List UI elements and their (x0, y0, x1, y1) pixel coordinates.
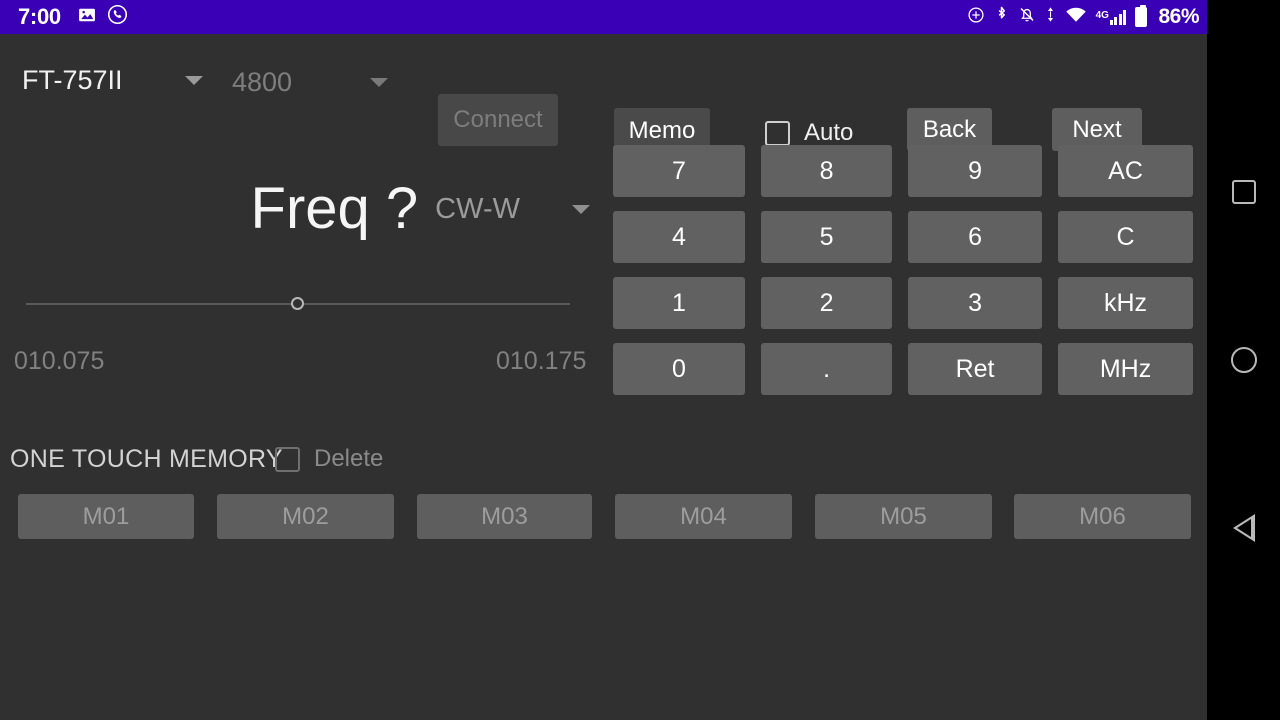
baud-rate-value: 4800 (232, 67, 293, 97)
auto-checkbox-label: Auto (804, 119, 854, 146)
back-button-nav[interactable] (1207, 503, 1280, 553)
keypad-key-decimal[interactable]: . (761, 343, 893, 395)
delete-checkbox[interactable]: Delete (275, 445, 383, 473)
chevron-down-icon (184, 76, 203, 85)
keypad-key-9[interactable]: 9 (908, 145, 1043, 197)
battery-icon (1135, 5, 1148, 27)
system-navigation-bar (1207, 0, 1280, 720)
image-icon (77, 5, 97, 30)
frequency-slider[interactable] (26, 289, 570, 319)
back-triangle-icon (1232, 514, 1255, 542)
wifi-icon (1065, 6, 1087, 29)
memory-button-m05[interactable]: M05 (815, 494, 992, 539)
device-screen: 7:00 4G 86% FT-757II 4800 Connect Memo A… (0, 0, 1280, 720)
home-button[interactable] (1207, 335, 1280, 385)
slider-thumb[interactable] (291, 297, 304, 310)
delete-checkbox-label: Delete (314, 445, 384, 472)
phone-call-icon (107, 4, 128, 30)
chevron-down-icon[interactable] (572, 204, 590, 214)
numeric-keypad: 7 8 9 AC 4 5 6 C 1 2 3 kHz 0 . Ret MHz (613, 145, 1193, 409)
connect-button[interactable]: Connect (438, 94, 558, 146)
radio-model-select[interactable]: FT-757II (22, 65, 203, 96)
keypad-row: 4 5 6 C (613, 211, 1193, 263)
frequency-display: Freq ? CW-W (0, 154, 600, 264)
home-circle-icon (1230, 347, 1257, 373)
keypad-key-khz[interactable]: kHz (1058, 277, 1193, 329)
checkbox-box-icon (765, 120, 790, 146)
radio-model-value: FT-757II (22, 65, 123, 95)
recents-square-icon (1231, 180, 1256, 204)
keypad-row: 0 . Ret MHz (613, 343, 1193, 395)
alarm-off-icon (1018, 5, 1036, 29)
mode-value: CW-W (435, 192, 520, 225)
one-touch-memory-label: ONE TOUCH MEMORY (10, 445, 283, 473)
keypad-row: 1 2 3 kHz (613, 277, 1193, 329)
memory-button-m01[interactable]: M01 (18, 494, 194, 539)
do-not-disturb-icon (967, 6, 985, 29)
network-type-label: 4G (1095, 9, 1109, 21)
data-transfer-icon (1045, 5, 1056, 29)
status-bar-left-icons (77, 4, 128, 30)
status-bar-right-icons: 4G 86% (967, 5, 1199, 29)
keypad-row: 7 8 9 AC (613, 145, 1193, 197)
slider-min-label: 010.075 (14, 347, 105, 375)
keypad-key-1[interactable]: 1 (613, 277, 746, 329)
keypad-key-7[interactable]: 7 (613, 145, 746, 197)
memory-button-m02[interactable]: M02 (217, 494, 394, 539)
keypad-key-8[interactable]: 8 (761, 145, 893, 197)
checkbox-box-icon (275, 446, 300, 472)
bluetooth-icon (994, 5, 1009, 29)
keypad-key-0[interactable]: 0 (613, 343, 746, 395)
chevron-down-icon (370, 78, 389, 87)
status-bar-clock: 7:00 (18, 4, 61, 29)
keypad-key-3[interactable]: 3 (908, 277, 1043, 329)
memory-button-m04[interactable]: M04 (615, 494, 792, 539)
battery-percent-label: 86% (1158, 5, 1199, 28)
keypad-key-ret[interactable]: Ret (908, 343, 1043, 395)
keypad-key-5[interactable]: 5 (761, 211, 893, 263)
keypad-key-4[interactable]: 4 (613, 211, 746, 263)
status-bar: 7:00 4G 86% (0, 0, 1207, 34)
keypad-key-6[interactable]: 6 (908, 211, 1043, 263)
recents-button[interactable] (1207, 167, 1280, 217)
memory-button-m03[interactable]: M03 (417, 494, 592, 539)
baud-rate-select[interactable]: 4800 (232, 67, 389, 98)
app-content: FT-757II 4800 Connect Memo Auto Back Nex… (0, 34, 1207, 720)
slider-max-label: 010.175 (496, 347, 587, 375)
keypad-key-2[interactable]: 2 (761, 277, 893, 329)
keypad-key-mhz[interactable]: MHz (1058, 343, 1193, 395)
cellular-signal-icon: 4G (1095, 9, 1127, 25)
auto-checkbox[interactable]: Auto (765, 119, 853, 147)
keypad-key-c[interactable]: C (1058, 211, 1193, 263)
frequency-value: Freq ? (250, 176, 419, 241)
keypad-key-ac[interactable]: AC (1058, 145, 1193, 197)
memory-button-m06[interactable]: M06 (1014, 494, 1191, 539)
